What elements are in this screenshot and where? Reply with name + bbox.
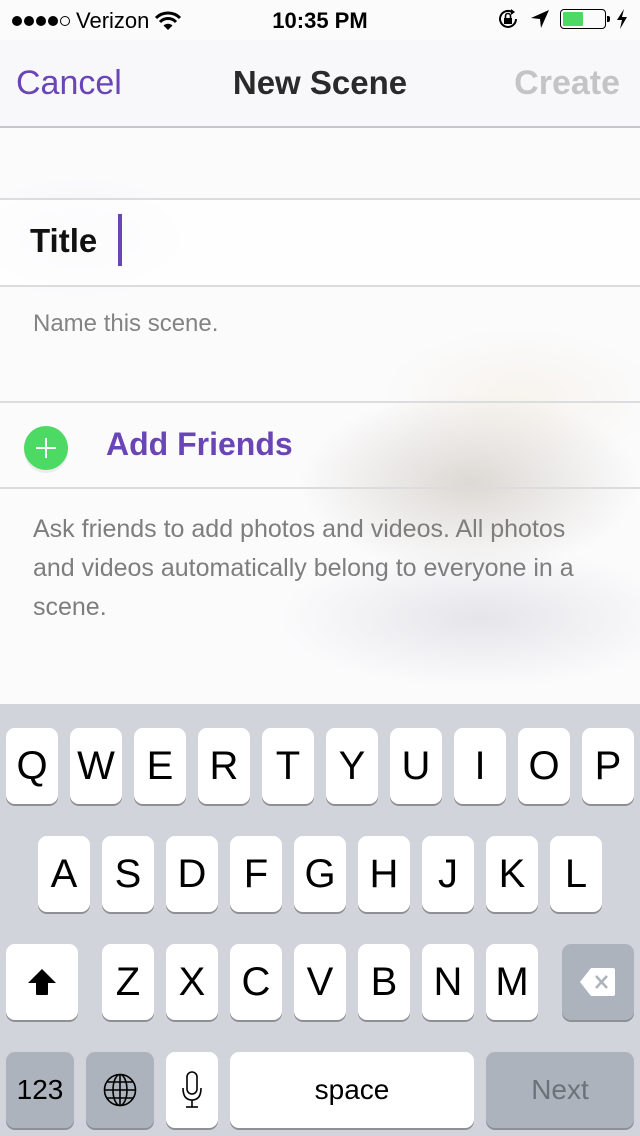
key-h[interactable]: H [358,836,410,912]
microphone-icon [182,1071,202,1108]
text-cursor [118,214,122,266]
create-button[interactable]: Create [514,64,620,103]
keyboard: Q W E R T Y U I O P A S D F G H J K L Z … [0,704,640,1136]
key-w[interactable]: W [70,728,122,804]
key-f[interactable]: F [230,836,282,912]
space-key[interactable]: space [230,1052,474,1128]
globe-icon [103,1073,137,1107]
numbers-key[interactable]: 123 [6,1052,74,1128]
page-title: New Scene [232,64,408,101]
cancel-button[interactable]: Cancel [16,64,122,103]
add-friends-hint: Ask friends to add photos and videos. Al… [33,515,574,621]
key-k[interactable]: K [486,836,538,912]
key-v[interactable]: V [294,944,346,1020]
key-m[interactable]: M [486,944,538,1020]
charging-bolt-icon [617,9,627,29]
navigation-bar: Cancel New Scene Create [0,40,640,128]
key-y[interactable]: Y [326,728,378,804]
key-r[interactable]: R [198,728,250,804]
title-input[interactable] [116,214,616,270]
globe-key[interactable] [86,1052,154,1128]
key-p[interactable]: P [582,728,634,804]
divider [0,487,640,489]
key-n[interactable]: N [422,944,474,1020]
add-plus-icon[interactable] [24,426,68,470]
shift-key[interactable] [6,944,78,1020]
delete-key[interactable] [562,944,634,1020]
title-hint: Name this scene. [33,310,219,337]
location-arrow-icon [531,10,549,28]
key-x[interactable]: X [166,944,218,1020]
rotation-lock-icon [499,9,517,28]
key-c[interactable]: C [230,944,282,1020]
key-g[interactable]: G [294,836,346,912]
title-row: Title [0,200,640,286]
key-a[interactable]: A [38,836,90,912]
key-e[interactable]: E [134,728,186,804]
add-friends-row[interactable]: Add Friends [0,402,640,488]
dictation-key[interactable] [166,1052,218,1128]
key-l[interactable]: L [550,836,602,912]
next-key[interactable]: Next [486,1052,634,1128]
key-j[interactable]: J [422,836,474,912]
key-d[interactable]: D [166,836,218,912]
divider [0,285,640,287]
key-u[interactable]: U [390,728,442,804]
backspace-icon [580,968,615,996]
key-q[interactable]: Q [6,728,58,804]
key-b[interactable]: B [358,944,410,1020]
status-bar: Verizon 10:35 PM [0,0,640,40]
title-label: Title [30,222,98,259]
shift-arrow-icon [28,969,56,995]
key-o[interactable]: O [518,728,570,804]
battery-icon [560,9,610,29]
key-z[interactable]: Z [102,944,154,1020]
key-t[interactable]: T [262,728,314,804]
key-s[interactable]: S [102,836,154,912]
add-friends-button[interactable]: Add Friends [106,426,293,463]
key-i[interactable]: I [454,728,506,804]
